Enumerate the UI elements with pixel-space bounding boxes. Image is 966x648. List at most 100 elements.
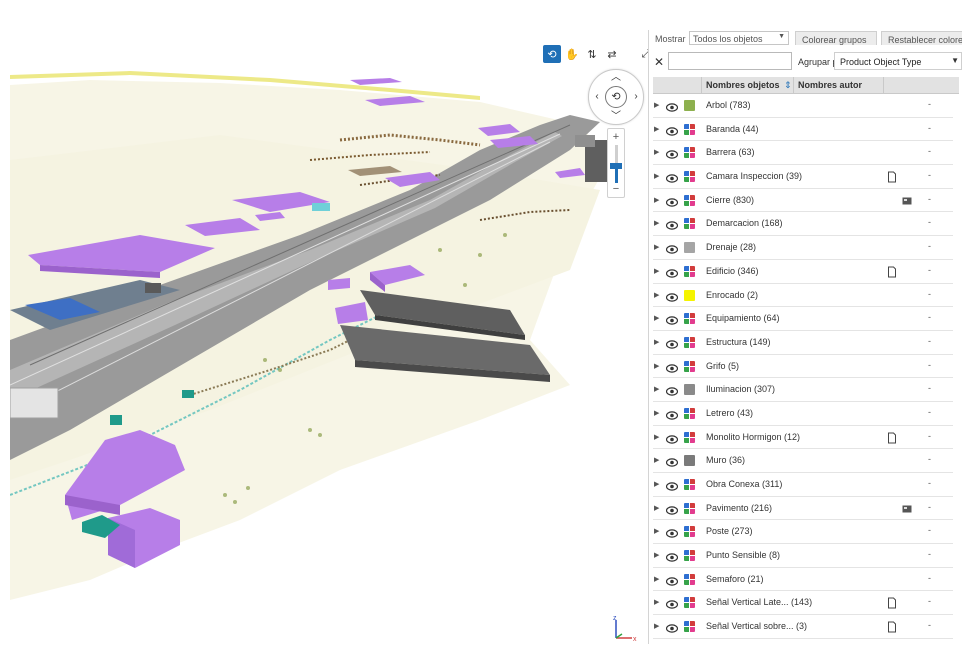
expand-arrow-icon[interactable]: ▶ — [654, 551, 659, 559]
table-row[interactable]: ▶ Obra Conexa (311) - — [653, 473, 953, 497]
visibility-eye-icon[interactable] — [665, 337, 679, 349]
file-icon[interactable] — [887, 265, 897, 278]
expand-arrow-icon[interactable]: ▶ — [654, 575, 659, 583]
expand-arrow-icon[interactable]: ▶ — [654, 243, 659, 251]
visibility-eye-icon[interactable] — [665, 432, 679, 444]
color-swatch[interactable] — [684, 218, 695, 230]
color-swatch[interactable] — [684, 265, 695, 277]
color-swatch[interactable] — [684, 573, 695, 585]
color-swatch[interactable] — [684, 621, 695, 633]
zoom-handle[interactable] — [610, 162, 622, 169]
table-row[interactable]: ▶ Pavimento (216) - — [653, 497, 953, 521]
zoom-in-icon[interactable]: + — [608, 131, 624, 143]
table-row[interactable]: ▶ Enrocado (2) - — [653, 284, 953, 308]
visibility-eye-icon[interactable] — [665, 503, 679, 515]
visibility-eye-icon[interactable] — [665, 550, 679, 562]
table-row[interactable]: ▶ Señal Vertical sobre... (3) - — [653, 615, 953, 639]
visibility-eye-icon[interactable] — [665, 100, 679, 112]
zoom-slider[interactable]: + − — [607, 128, 625, 198]
visibility-eye-icon[interactable] — [665, 195, 679, 207]
nav-right-icon[interactable]: › — [630, 91, 642, 103]
color-swatch[interactable] — [684, 100, 695, 111]
model-scene[interactable] — [10, 40, 648, 644]
table-row[interactable]: ▶ Muro (36) - — [653, 449, 953, 473]
color-swatch[interactable] — [684, 360, 695, 372]
expand-arrow-icon[interactable]: ▶ — [654, 267, 659, 275]
visibility-eye-icon[interactable] — [665, 124, 679, 136]
color-swatch[interactable] — [684, 407, 695, 419]
expand-arrow-icon[interactable]: ▶ — [654, 314, 659, 322]
color-swatch[interactable] — [684, 550, 695, 562]
table-row[interactable]: ▶ Punto Sensible (8) - — [653, 544, 953, 568]
visibility-eye-icon[interactable] — [665, 171, 679, 183]
walk-icon[interactable]: ⇅ — [583, 45, 601, 63]
visibility-eye-icon[interactable] — [665, 621, 679, 633]
table-row[interactable]: ▶ Edificio (346) - — [653, 260, 953, 284]
expand-arrow-icon[interactable]: ▶ — [654, 622, 659, 630]
visibility-eye-icon[interactable] — [665, 597, 679, 610]
nav-left-icon[interactable]: ‹ — [591, 91, 603, 103]
table-row[interactable]: ▶ Arbol (783) - — [653, 94, 953, 118]
photo-icon[interactable] — [902, 194, 912, 206]
color-swatch[interactable] — [684, 597, 695, 609]
table-row[interactable]: ▶ Baranda (44) - — [653, 118, 953, 142]
visibility-eye-icon[interactable] — [665, 408, 679, 420]
column-header-nombres-autor[interactable]: Nombres autor — [793, 77, 883, 94]
fullscreen-icon[interactable]: ⤢ — [637, 45, 648, 63]
color-swatch[interactable] — [684, 123, 695, 135]
visibility-eye-icon[interactable] — [665, 218, 679, 231]
file-icon[interactable] — [887, 431, 897, 444]
table-row[interactable]: ▶ Señal Vertical Late... (143) - — [653, 591, 953, 616]
file-icon[interactable] — [887, 170, 897, 183]
file-icon[interactable] — [887, 596, 897, 609]
mostrar-select[interactable]: Todos los objetos ▼ — [689, 31, 789, 45]
swap-icon[interactable]: ⇄ — [603, 45, 621, 63]
zoom-out-icon[interactable]: − — [608, 183, 624, 195]
color-swatch[interactable] — [684, 384, 695, 396]
table-row[interactable]: ▶ Estructura (149) - — [653, 331, 953, 355]
expand-arrow-icon[interactable]: ▶ — [654, 101, 659, 109]
visibility-eye-icon[interactable] — [665, 313, 679, 325]
nav-down-icon[interactable]: ﹀ — [610, 111, 622, 123]
table-row[interactable]: ▶ Poste (273) - — [653, 520, 953, 545]
expand-arrow-icon[interactable]: ▶ — [654, 527, 659, 535]
expand-arrow-icon[interactable]: ▶ — [654, 504, 659, 512]
color-swatch[interactable] — [684, 336, 695, 348]
visibility-eye-icon[interactable] — [665, 526, 679, 539]
agrupar-select[interactable]: Product Object Type ▼ — [834, 52, 962, 70]
sort-icon[interactable]: ⇕ — [784, 77, 792, 94]
file-icon[interactable] — [887, 620, 897, 633]
visibility-eye-icon[interactable] — [665, 242, 679, 254]
visibility-eye-icon[interactable] — [665, 361, 679, 373]
navigation-wheel[interactable]: ︿ ﹀ ‹ › ⟲ — [588, 69, 644, 125]
table-row[interactable]: ▶ Iluminacion (307) - — [653, 378, 953, 402]
orbit-icon[interactable]: ⟲ — [543, 45, 561, 63]
color-swatch[interactable] — [684, 171, 695, 183]
colorear-grupos-button[interactable]: Colorear grupos — [795, 31, 877, 45]
rotate-center-icon[interactable]: ⟲ — [605, 86, 627, 108]
restablecer-colores-button[interactable]: Restablecer colores — [881, 31, 962, 45]
table-row[interactable]: ▶ Cierre (830) - — [653, 189, 953, 213]
expand-arrow-icon[interactable]: ▶ — [654, 125, 659, 133]
expand-arrow-icon[interactable]: ▶ — [654, 196, 659, 204]
filter-input[interactable] — [668, 52, 792, 70]
nav-up-icon[interactable]: ︿ — [610, 72, 622, 84]
visibility-eye-icon[interactable] — [665, 574, 679, 586]
visibility-eye-icon[interactable] — [665, 384, 679, 396]
table-row[interactable]: ▶ Demarcacion (168) - — [653, 212, 953, 237]
visibility-eye-icon[interactable] — [665, 266, 679, 278]
expand-arrow-icon[interactable]: ▶ — [654, 362, 659, 370]
color-swatch[interactable] — [684, 194, 695, 206]
table-row[interactable]: ▶ Equipamiento (64) - — [653, 307, 953, 331]
color-swatch[interactable] — [684, 313, 695, 325]
expand-arrow-icon[interactable]: ▶ — [654, 598, 659, 606]
column-header-nombres-objetos[interactable]: Nombres objetos — [701, 77, 793, 94]
color-swatch[interactable] — [684, 526, 695, 538]
clear-filter-icon[interactable]: ✕ — [653, 55, 665, 69]
color-swatch[interactable] — [684, 289, 695, 301]
table-row[interactable]: ▶ Camara Inspeccion (39) - — [653, 165, 953, 189]
expand-arrow-icon[interactable]: ▶ — [654, 148, 659, 156]
color-swatch[interactable] — [684, 502, 695, 514]
expand-arrow-icon[interactable]: ▶ — [654, 338, 659, 346]
table-row[interactable]: ▶ Drenaje (28) - — [653, 236, 953, 260]
